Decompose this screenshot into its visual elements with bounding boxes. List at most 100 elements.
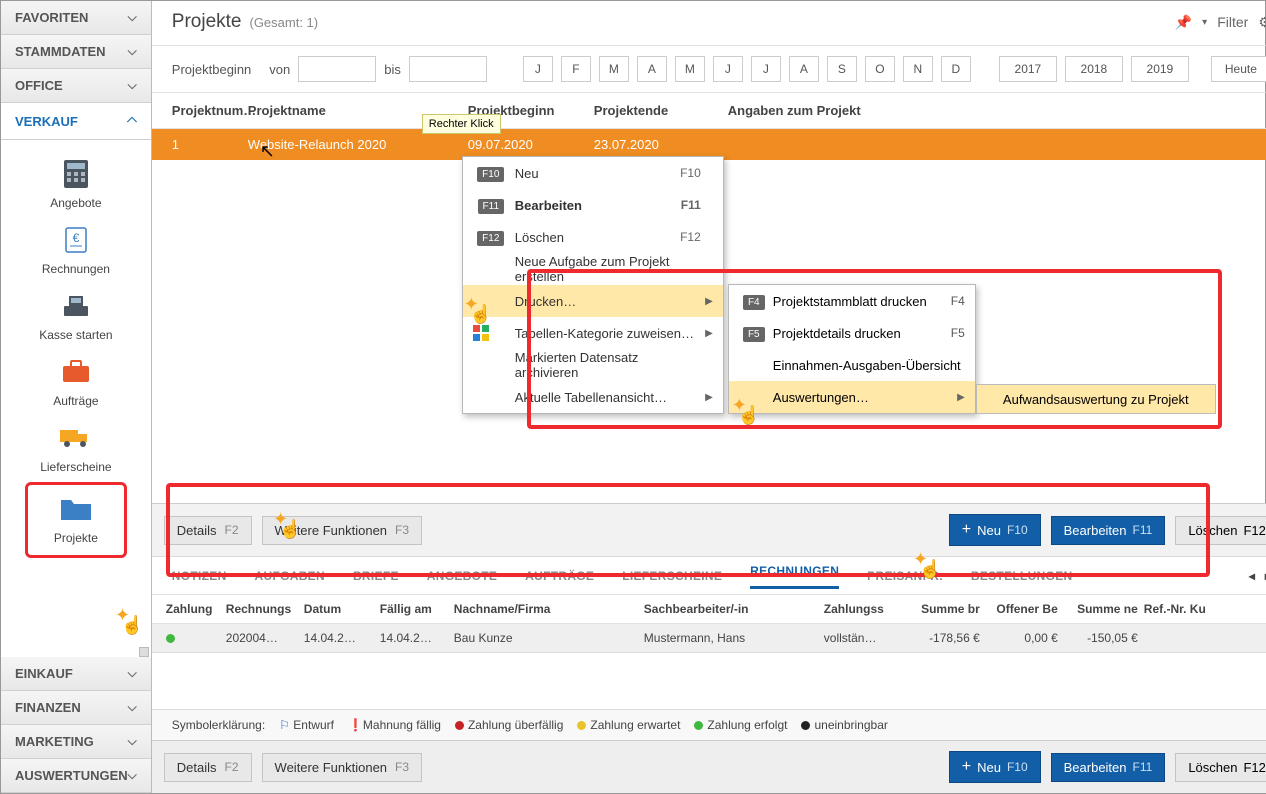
submenu-drucken: F4Projektstammblatt druckenF4 F5Projektd… [728, 284, 976, 414]
filter-bar: Projektbeginn von bis J F M A M J J A S … [152, 46, 1266, 93]
tab-bestellungen[interactable]: BESTELLUNGEN [971, 569, 1073, 583]
month-d[interactable]: D [941, 56, 971, 82]
ctx-ansicht[interactable]: Aktuelle Tabellenansicht…▶ [463, 381, 723, 413]
tab-angebote[interactable]: ANGEBOTE [427, 569, 497, 583]
invoice-icon: € [58, 224, 94, 256]
detail-panel: DetailsF2 Weitere FunktionenF3 +NeuF10 B… [152, 503, 1266, 793]
pin-icon[interactable]: 📌 [1175, 14, 1192, 31]
nav-stammdaten[interactable]: STAMMDATEN⌵ [1, 35, 151, 69]
plus-icon: + [962, 521, 971, 539]
briefcase-icon [58, 356, 94, 388]
detail-tabs: NOTIZEN AUFGABEN BRIEFE ANGEBOTE AUFTRÄG… [152, 557, 1266, 595]
month-n[interactable]: N [903, 56, 933, 82]
nav-verkauf[interactable]: VERKAUF⌵ [1, 103, 151, 140]
month-j2[interactable]: J [713, 56, 743, 82]
gear-icon[interactable]: ⚙ [1258, 14, 1266, 31]
detail-table-row[interactable]: 202004… 14.04.2… 14.04.2… Bau Kunze Must… [152, 624, 1266, 653]
nav-favoriten[interactable]: FAVORITEN⌵ [1, 1, 151, 35]
year-2019[interactable]: 2019 [1131, 56, 1189, 82]
verkauf-items: Angebote € Rechnungen Kasse starten Auft… [1, 140, 151, 647]
neu-button-bottom[interactable]: +NeuF10 [949, 751, 1041, 783]
context-menu: F10NeuF10 F11BearbeitenF11 F12LöschenF12… [462, 156, 724, 414]
chevron-down-icon: ⌵ [128, 10, 137, 25]
filter-label[interactable]: Filter [1217, 14, 1248, 30]
neu-button[interactable]: +NeuF10 [949, 514, 1041, 546]
month-a[interactable]: A [637, 56, 667, 82]
col-num[interactable]: Projektnum… [172, 103, 248, 118]
svg-text:€: € [73, 231, 80, 245]
ctx-archiv[interactable]: Markierten Datensatz archivieren [463, 349, 723, 381]
month-o[interactable]: O [865, 56, 895, 82]
bearbeiten-button[interactable]: BearbeitenF11 [1051, 516, 1166, 545]
month-a2[interactable]: A [789, 56, 819, 82]
year-2017[interactable]: 2017 [999, 56, 1057, 82]
calculator-icon [58, 158, 94, 190]
right-click-tooltip: Rechter Klick [422, 114, 501, 134]
ctx-kategorie[interactable]: Tabellen-Kategorie zuweisen…▶ [463, 317, 723, 349]
col-desc[interactable]: Angaben zum Projekt [728, 103, 1266, 118]
loeschen-button[interactable]: LöschenF12 [1175, 516, 1266, 545]
loeschen-button-bottom[interactable]: LöschenF12 [1175, 753, 1266, 782]
month-s[interactable]: S [827, 56, 857, 82]
weitere-button-bottom[interactable]: Weitere FunktionenF3 [262, 753, 423, 782]
tab-notizen[interactable]: NOTIZEN [172, 569, 227, 583]
nav-rechnungen[interactable]: € Rechnungen [1, 214, 151, 280]
tab-scroll-left[interactable]: ◂ [1249, 569, 1255, 583]
today-button[interactable]: Heute [1211, 56, 1266, 82]
month-j3[interactable]: J [751, 56, 781, 82]
resize-handle[interactable] [139, 647, 149, 657]
weitere-button[interactable]: Weitere FunktionenF3 [262, 516, 423, 545]
details-button-bottom[interactable]: DetailsF2 [164, 753, 252, 782]
date-to-input[interactable] [409, 56, 487, 82]
ctx-bearbeiten[interactable]: F11BearbeitenF11 [463, 189, 723, 221]
detail-table-header: Zahlung Rechnungs Datum Fällig am Nachna… [152, 595, 1266, 624]
ctx-neu[interactable]: F10NeuF10 [463, 157, 723, 189]
nav-lieferscheine[interactable]: Lieferscheine [1, 412, 151, 478]
nav-office[interactable]: OFFICE⌵ [1, 69, 151, 103]
nav-auftraege[interactable]: Aufträge [1, 346, 151, 412]
nav-angebote[interactable]: Angebote [1, 148, 151, 214]
tab-briefe[interactable]: BRIEFE [353, 569, 399, 583]
tab-rechnungen[interactable]: RECHNUNGEN [750, 564, 839, 589]
ctx-aufgabe[interactable]: Neue Aufgabe zum Projekt erstellen [463, 253, 723, 285]
nav-finanzen[interactable]: FINANZEN⌵ [1, 691, 151, 725]
sub-stammblatt[interactable]: F4Projektstammblatt druckenF4 [729, 285, 975, 317]
titlebar: Projekte (Gesamt: 1) 📌 ▾ Filter ⚙ [152, 1, 1266, 46]
filter-field-label: Projektbeginn [172, 62, 252, 77]
nav-projekte[interactable]: Projekte [25, 482, 127, 558]
month-m[interactable]: M [599, 56, 629, 82]
month-j[interactable]: J [523, 56, 553, 82]
truck-icon [58, 422, 94, 454]
chevron-up-icon: ⌵ [127, 113, 137, 129]
tab-lieferscheine[interactable]: LIEFERSCHEINE [622, 569, 722, 583]
chevron-down-icon: ⌵ [128, 44, 137, 59]
ctx-loeschen[interactable]: F12LöschenF12 [463, 221, 723, 253]
submenu-aufwand[interactable]: Aufwandsauswertung zu Projekt [976, 384, 1216, 414]
cash-register-icon [58, 290, 94, 322]
date-from-input[interactable] [298, 56, 376, 82]
month-f[interactable]: F [561, 56, 591, 82]
sub-einnahmen[interactable]: Einnahmen-Ausgaben-Übersicht [729, 349, 975, 381]
tab-aufgaben[interactable]: AUFGABEN [255, 569, 325, 583]
table-header: Projektnum… Projektname Projektbeginn Pr… [152, 93, 1266, 129]
status-dot-green [166, 634, 175, 643]
sidebar: FAVORITEN⌵ STAMMDATEN⌵ OFFICE⌵ VERKAUF⌵ … [1, 1, 152, 793]
content: Projekte (Gesamt: 1) 📌 ▾ Filter ⚙ Projek… [152, 1, 1266, 793]
tab-auftraege[interactable]: AUFTRÄGE [525, 569, 594, 583]
nav-auswertungen[interactable]: AUSWERTUNGEN⌵ [1, 759, 151, 793]
details-button[interactable]: DetailsF2 [164, 516, 252, 545]
col-end[interactable]: Projektende [594, 103, 728, 118]
nav-kasse[interactable]: Kasse starten [1, 280, 151, 346]
bearbeiten-button-bottom[interactable]: BearbeitenF11 [1051, 753, 1166, 782]
legend: Symbolerklärung: ⚐ Entwurf ❗Mahnung fäll… [152, 709, 1266, 740]
nav-einkauf[interactable]: EINKAUF⌵ [1, 657, 151, 691]
tab-preisanfr[interactable]: PREISANFR. [867, 569, 943, 583]
month-m2[interactable]: M [675, 56, 705, 82]
dropdown-icon[interactable]: ▾ [1202, 17, 1207, 28]
detail-toolbar: DetailsF2 Weitere FunktionenF3 +NeuF10 B… [152, 504, 1266, 557]
year-2018[interactable]: 2018 [1065, 56, 1123, 82]
nav-marketing[interactable]: MARKETING⌵ [1, 725, 151, 759]
sub-auswertungen[interactable]: Auswertungen…▶ [729, 381, 975, 413]
ctx-drucken[interactable]: Drucken…▶ [463, 285, 723, 317]
sub-details[interactable]: F5Projektdetails druckenF5 [729, 317, 975, 349]
